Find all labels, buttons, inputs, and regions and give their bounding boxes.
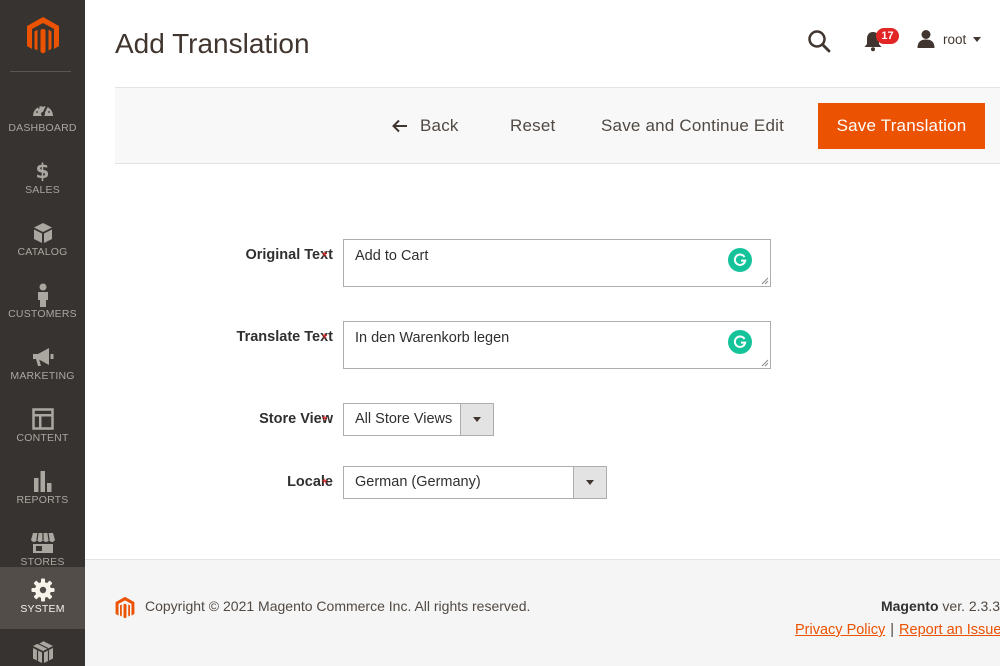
reset-button[interactable]: Reset — [510, 103, 555, 149]
locale-select[interactable]: German (Germany) — [343, 466, 607, 499]
required-marker: * — [322, 248, 328, 264]
version-info: Magento ver. 2.3.3 — [881, 598, 1000, 614]
privacy-policy-link[interactable]: Privacy Policy — [795, 622, 885, 638]
dropdown-arrow-icon — [460, 404, 493, 435]
report-issue-link[interactable]: Report an Issue — [899, 622, 1000, 638]
user-icon — [917, 30, 935, 48]
sidebar-item-content[interactable]: CONTENT — [0, 392, 85, 454]
grammarly-icon[interactable] — [728, 330, 752, 354]
sidebar-item-label: CONTENT — [16, 432, 69, 444]
sidebar-item-marketing[interactable]: MARKETING — [0, 330, 85, 392]
arrow-left-icon — [392, 119, 408, 133]
logo-divider — [10, 71, 71, 72]
footer-links: Privacy Policy | Report an Issue — [795, 622, 1000, 638]
sidebar-item-customers[interactable]: CUSTOMERS — [0, 268, 85, 330]
original-text-input[interactable]: Add to Cart — [343, 239, 771, 287]
sidebar-item-extensions[interactable] — [0, 629, 85, 666]
gear-icon — [31, 578, 55, 602]
notifications-count-badge: 17 — [876, 28, 899, 44]
copyright-text: Copyright © 2021 Magento Commerce Inc. A… — [145, 598, 531, 614]
translate-text-label: Translate Text — [236, 329, 333, 345]
save-and-continue-button[interactable]: Save and Continue Edit — [601, 103, 784, 149]
sidebar-item-label: DASHBOARD — [8, 122, 77, 134]
field-translate-text: Translate Text * In den Warenkorb legen — [115, 321, 1000, 369]
brand-name: Magento — [880, 598, 939, 614]
save-translation-button[interactable]: Save Translation — [818, 103, 985, 149]
bar-chart-icon — [33, 470, 53, 492]
translate-text-input[interactable]: In den Warenkorb legen — [343, 321, 771, 369]
sidebar-item-label: CATALOG — [17, 246, 68, 258]
required-marker: * — [322, 330, 328, 346]
chevron-down-icon — [973, 36, 982, 42]
required-marker: * — [322, 475, 328, 491]
required-marker: * — [322, 412, 328, 428]
field-original-text: Original Text * Add to Cart — [115, 239, 1000, 287]
sidebar-item-system[interactable]: SYSTEM — [0, 567, 85, 629]
layout-icon — [31, 408, 54, 430]
store-view-value: All Store Views — [355, 411, 453, 427]
sidebar-item-label: SYSTEM — [20, 603, 65, 615]
page-footer: Copyright © 2021 Magento Commerce Inc. A… — [85, 559, 1000, 666]
sidebar-item-catalog[interactable]: CATALOG — [0, 206, 85, 268]
dashboard-icon — [31, 98, 55, 120]
sidebar-item-label: MARKETING — [10, 370, 75, 382]
user-account-menu[interactable]: root — [916, 28, 982, 50]
original-text-value: Add to Cart — [355, 248, 429, 264]
grammarly-icon[interactable] — [728, 248, 752, 272]
cubes-icon — [31, 640, 55, 663]
storefront-icon — [30, 532, 56, 554]
magento-logo-icon — [115, 596, 135, 619]
store-view-select[interactable]: All Store Views — [343, 403, 494, 436]
user-name: root — [943, 31, 967, 47]
dropdown-arrow-icon — [573, 467, 606, 498]
page-title: Add Translation — [115, 28, 310, 59]
sidebar-item-sales[interactable]: $ SALES — [0, 144, 85, 206]
resize-grip-icon[interactable] — [761, 277, 769, 285]
sidebar-item-dashboard[interactable]: DASHBOARD — [0, 82, 85, 144]
sidebar-item-reports[interactable]: REPORTS — [0, 454, 85, 516]
sidebar-item-label: SALES — [25, 184, 60, 196]
sidebar-item-label: CUSTOMERS — [8, 308, 77, 320]
original-text-label: Original Text — [245, 247, 333, 263]
box-icon — [33, 222, 53, 244]
megaphone-icon — [31, 346, 55, 368]
back-button[interactable]: Back — [392, 103, 459, 149]
page-actions-bar: Back Reset Save and Continue Edit Save T… — [115, 87, 1000, 164]
locale-value: German (Germany) — [355, 474, 481, 490]
search-icon — [808, 30, 831, 53]
resize-grip-icon[interactable] — [761, 359, 769, 367]
admin-sidebar: DASHBOARD $ SALES CATALOG CUSTOMERS MARK… — [0, 0, 85, 666]
field-store-view: Store View * All Store Views — [115, 403, 1000, 436]
back-button-label: Back — [420, 116, 459, 135]
person-icon — [36, 283, 50, 307]
version-number: ver. 2.3.3 — [938, 598, 1000, 614]
magento-logo-icon — [26, 17, 59, 54]
global-search-button[interactable] — [806, 28, 832, 54]
magento-logo[interactable] — [0, 0, 85, 72]
translate-text-value: In den Warenkorb legen — [355, 330, 510, 346]
sidebar-item-label: REPORTS — [16, 494, 69, 506]
field-locale: Locale * German (Germany) — [115, 466, 1000, 499]
link-separator: | — [890, 622, 895, 638]
dollar-icon: $ — [35, 159, 50, 183]
